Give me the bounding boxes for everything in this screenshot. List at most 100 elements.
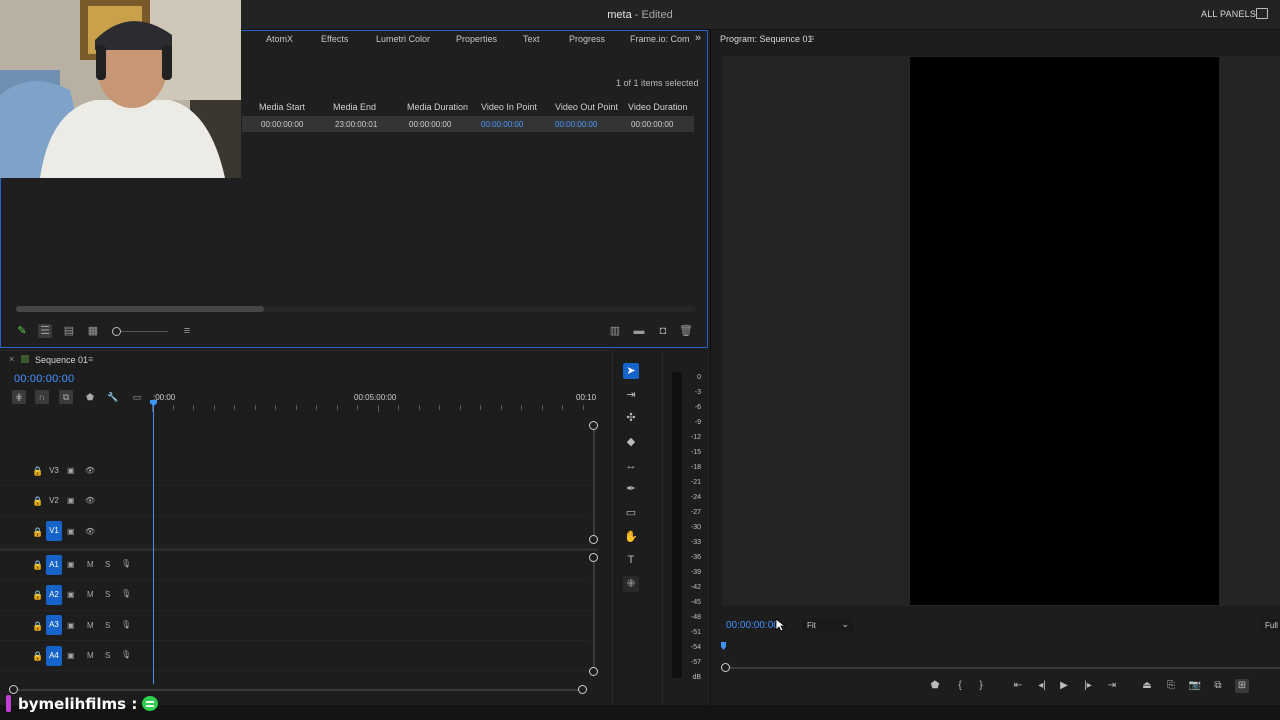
tab-properties[interactable]: Properties (456, 34, 497, 44)
go-to-out-icon[interactable]: ⇥ (1105, 679, 1119, 693)
table-row[interactable] (242, 116, 694, 132)
scroll-knob-bottom[interactable] (589, 535, 598, 544)
add-marker-icon[interactable]: ⬟ (928, 679, 942, 693)
sync-lock-icon[interactable]: ▣ (67, 496, 75, 505)
track-label-a3[interactable]: A3 (46, 615, 62, 635)
nest-toggle-icon[interactable]: ⋕ (12, 390, 26, 404)
automate-to-sequence-icon[interactable]: ▥ (608, 324, 622, 338)
program-scrubber[interactable] (726, 667, 1280, 669)
wrench-icon[interactable]: 🔧 (106, 390, 120, 404)
button-editor-icon[interactable]: ⊞ (1235, 679, 1249, 693)
microphone-icon[interactable]: 🎙 (121, 620, 131, 629)
linked-selection-icon[interactable]: ⧉ (59, 390, 73, 404)
track-label-a4[interactable]: A4 (46, 646, 62, 666)
lock-icon[interactable]: 🔒 (32, 466, 43, 476)
razor-tool-icon[interactable]: ◆ (623, 434, 639, 450)
zoom-knob-left[interactable] (9, 685, 18, 694)
rectangle-tool-icon[interactable]: ▭ (623, 505, 639, 521)
microphone-icon[interactable]: 🎙 (121, 559, 131, 568)
time-ruler[interactable] (152, 405, 592, 413)
solo-button[interactable]: S (105, 560, 110, 569)
track-label-a1[interactable]: A1 (46, 555, 62, 575)
lift-icon[interactable]: ⏏ (1140, 679, 1154, 693)
new-item-icon[interactable]: ◘ (656, 324, 670, 338)
comparison-view-icon[interactable]: ⧉ (1211, 679, 1225, 693)
solo-button[interactable]: S (105, 621, 110, 630)
microphone-icon[interactable]: 🎙 (121, 650, 131, 659)
resolution-dropdown[interactable]: Full (1260, 618, 1280, 633)
slip-tool-icon[interactable]: ↔ (623, 458, 639, 474)
column-video-duration[interactable]: Video Duration (628, 102, 687, 112)
sync-lock-icon[interactable]: ▣ (67, 651, 75, 660)
scrollbar-thumb[interactable] (16, 306, 264, 312)
video-frame[interactable] (910, 57, 1219, 605)
column-media-end[interactable]: Media End (333, 102, 376, 112)
tab-effects[interactable]: Effects (321, 34, 348, 44)
lock-icon[interactable]: 🔒 (32, 560, 43, 570)
track-select-tool-icon[interactable]: ⇥ (623, 387, 639, 403)
cell-video-out-point[interactable]: 00:00:00:00 (555, 120, 597, 129)
sort-icon[interactable]: ≡ (180, 324, 194, 338)
list-view-icon[interactable]: ☰ (38, 324, 52, 338)
column-media-start[interactable]: Media Start (259, 102, 305, 112)
snap-icon[interactable]: ∩ (35, 390, 49, 404)
tab-text[interactable]: Text (523, 34, 540, 44)
track-label-v1[interactable]: V1 (46, 521, 62, 541)
close-icon[interactable]: × (9, 354, 14, 364)
scroll-knob-top[interactable] (589, 553, 598, 562)
mark-in-icon[interactable]: { (953, 679, 967, 693)
solo-button[interactable]: S (105, 651, 110, 660)
pencil-icon[interactable]: ✎ (15, 324, 29, 338)
program-scrubber-knob[interactable] (721, 663, 730, 672)
ripple-edit-tool-icon[interactable]: ✣ (623, 410, 639, 426)
tab-atomx[interactable]: AtomX (266, 34, 293, 44)
mute-button[interactable]: M (87, 560, 94, 569)
mute-button[interactable]: M (87, 651, 94, 660)
track-label-a2[interactable]: A2 (46, 585, 62, 605)
lock-icon[interactable]: 🔒 (32, 527, 43, 537)
video-tracks-scrollbar[interactable] (593, 422, 595, 540)
type-tool-icon[interactable]: T (623, 552, 639, 568)
sync-lock-icon[interactable]: ▣ (67, 560, 75, 569)
eye-icon[interactable]: 👁 (85, 496, 95, 505)
audio-tracks-scrollbar[interactable] (593, 558, 595, 670)
zoom-slider-knob[interactable] (112, 327, 121, 336)
icon-view-icon[interactable]: ▤ (62, 324, 76, 338)
column-video-in-point[interactable]: Video In Point (481, 102, 537, 112)
microphone-icon[interactable]: 🎙 (121, 589, 131, 598)
lock-icon[interactable]: 🔒 (32, 621, 43, 631)
timeline-menu-icon[interactable]: ≡ (88, 354, 93, 364)
lock-icon[interactable]: 🔒 (32, 651, 43, 661)
lock-icon[interactable]: 🔒 (32, 496, 43, 506)
scene-edit-tool-icon[interactable]: ⁜ (623, 576, 639, 592)
track-label-v2[interactable]: V2 (46, 491, 62, 511)
hand-tool-icon[interactable]: ✋ (623, 529, 639, 545)
step-back-icon[interactable]: ◂| (1035, 679, 1049, 693)
playhead-line[interactable] (153, 404, 154, 684)
sync-lock-icon[interactable]: ▣ (67, 466, 75, 475)
tab-progress[interactable]: Progress (569, 34, 605, 44)
add-marker-icon[interactable]: ⬟ (83, 390, 97, 404)
scroll-knob-top[interactable] (589, 421, 598, 430)
trash-icon[interactable]: 🗑 (679, 324, 693, 338)
tabs-overflow-button[interactable]: » (695, 32, 701, 44)
eye-icon[interactable]: 👁 (85, 527, 95, 536)
scroll-knob-bottom[interactable] (589, 667, 598, 676)
program-monitor-title[interactable]: Program: Sequence 01 (720, 34, 813, 44)
new-bin-icon[interactable]: ▬ (632, 324, 646, 338)
mute-button[interactable]: M (87, 621, 94, 630)
maximize-icon[interactable] (1256, 8, 1268, 19)
sync-lock-icon[interactable]: ▣ (67, 527, 75, 536)
timeline-timecode[interactable]: 00:00:00:00 (14, 373, 74, 385)
column-video-out-point[interactable]: Video Out Point (555, 102, 618, 112)
camera-icon[interactable]: 📷 (1188, 679, 1202, 693)
lock-icon[interactable]: 🔒 (32, 590, 43, 600)
tab-frameio-comments[interactable]: Frame.io: Comm (630, 34, 690, 44)
mark-out-icon[interactable]: } (974, 679, 988, 693)
play-icon[interactable]: ▶ (1057, 679, 1071, 693)
extract-icon[interactable]: ⎘ (1164, 679, 1178, 693)
timeline-zoom-scrollbar[interactable] (14, 689, 584, 691)
program-timecode[interactable]: 00:00:00:00 (726, 620, 779, 631)
all-panels-button[interactable]: ALL PANELS (1201, 9, 1256, 19)
mute-button[interactable]: M (87, 590, 94, 599)
